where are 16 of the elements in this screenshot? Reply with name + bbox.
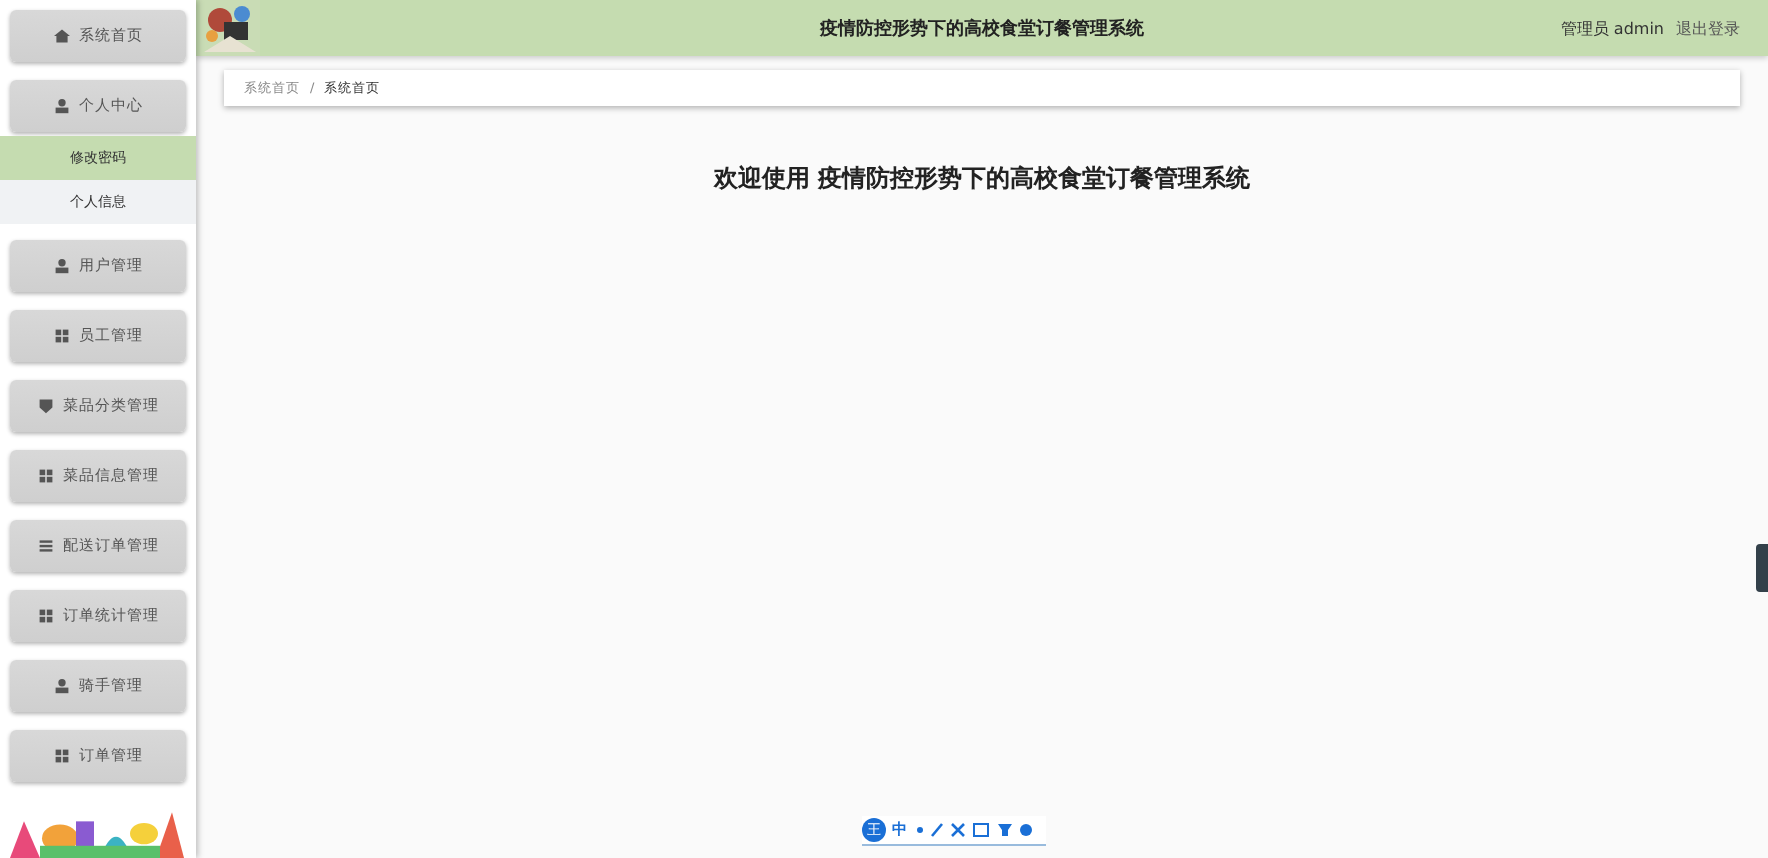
app-title: 疫情防控形势下的高校食堂订餐管理系统 [820, 16, 1144, 41]
grid-icon [37, 608, 53, 624]
list-icon [37, 538, 53, 554]
welcome-heading: 欢迎使用 疫情防控形势下的高校食堂订餐管理系统 [711, 162, 1253, 196]
grid-icon [37, 468, 53, 484]
logout-link[interactable]: 退出登录 [1676, 17, 1740, 39]
person-icon [53, 258, 69, 274]
user-label: 管理员 admin [1560, 17, 1664, 39]
person-icon [53, 98, 69, 114]
person-icon [53, 678, 69, 694]
toolbar-icons-drawing[interactable] [914, 822, 1034, 838]
grid-icon [53, 748, 69, 764]
home-icon [53, 28, 69, 44]
tag-icon [37, 398, 53, 414]
grid-icon [53, 328, 69, 344]
side-handle[interactable] [1756, 544, 1768, 592]
